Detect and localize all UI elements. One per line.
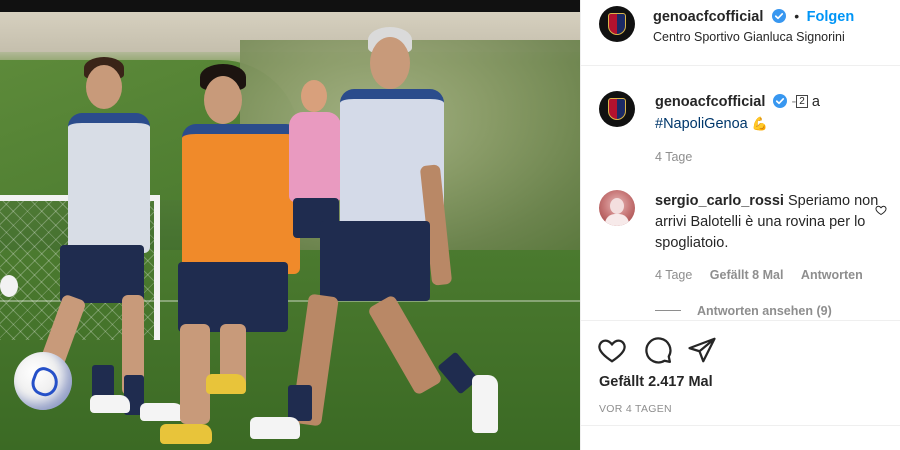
post-actions-section: Gefällt 2.417 Mal VOR 4 TAGEN (581, 320, 900, 450)
heart-icon[interactable] (597, 335, 627, 365)
post-header: genoacfcofficial • Folgen Centro Sportiv… (581, 0, 900, 66)
caption-avatar[interactable] (599, 91, 635, 127)
commenter-username[interactable]: sergio_carlo_rossi (655, 193, 784, 209)
post-side-panel: genoacfcofficial • Folgen Centro Sportiv… (580, 0, 900, 450)
post-timestamp[interactable]: VOR 4 TAGEN (599, 403, 672, 415)
comment-like-heart-icon[interactable] (875, 204, 887, 216)
comment-time[interactable]: 4 Tage (655, 268, 692, 282)
account-avatar[interactable] (599, 6, 635, 42)
caption-text: genoacfcofficial -2 a #NapoliGenoa 💪 (655, 92, 893, 135)
caption-time[interactable]: 4 Tage (655, 150, 692, 164)
genoa-crest-icon (608, 98, 626, 120)
mention-count-badge[interactable]: 2 (796, 95, 808, 108)
avatar-face (610, 198, 624, 214)
post-location[interactable]: Centro Sportivo Gianluca Signorini (653, 30, 845, 44)
caption-username[interactable]: genoacfcofficial (655, 94, 765, 110)
header-user-line: genoacfcofficial • Folgen (653, 8, 854, 26)
avatar-body (605, 214, 629, 226)
comment-meta: 4 Tage Gefällt 8 Mal Antworten (655, 268, 877, 282)
likes-count[interactable]: Gefällt 2.417 Mal (599, 374, 713, 390)
post-photo[interactable] (0, 0, 580, 450)
verified-badge-icon (773, 94, 788, 108)
header-username[interactable]: genoacfcofficial (653, 9, 763, 25)
player-grey-bib-right (250, 25, 510, 445)
verified-badge-icon (771, 9, 786, 23)
hashtag-link[interactable]: #NapoliGenoa (655, 116, 748, 132)
football (14, 352, 72, 410)
caption-meta: 4 Tage (655, 150, 706, 164)
view-replies-button[interactable]: Antworten ansehen (9) (655, 304, 832, 318)
photo-top-bar (0, 0, 580, 12)
header-separator: • (794, 8, 800, 24)
caption-text-after-mention: a (811, 94, 820, 110)
flexed-biceps-icon: 💪 (751, 116, 768, 131)
comment-input-divider (581, 425, 900, 426)
background-ball (0, 275, 18, 297)
follow-button[interactable]: Folgen (807, 9, 855, 25)
comment-text-line: sergio_carlo_rossi Speriamo non arrivi B… (655, 191, 893, 254)
comment-likes[interactable]: Gefällt 8 Mal (710, 268, 784, 282)
view-replies-label: Antworten ansehen (9) (697, 304, 832, 318)
genoa-crest-icon (608, 13, 626, 35)
send-icon[interactable] (687, 335, 717, 365)
comment-icon[interactable] (643, 335, 673, 365)
replies-divider (655, 310, 681, 311)
reply-button[interactable]: Antworten (801, 268, 863, 282)
commenter-avatar[interactable] (599, 190, 635, 226)
